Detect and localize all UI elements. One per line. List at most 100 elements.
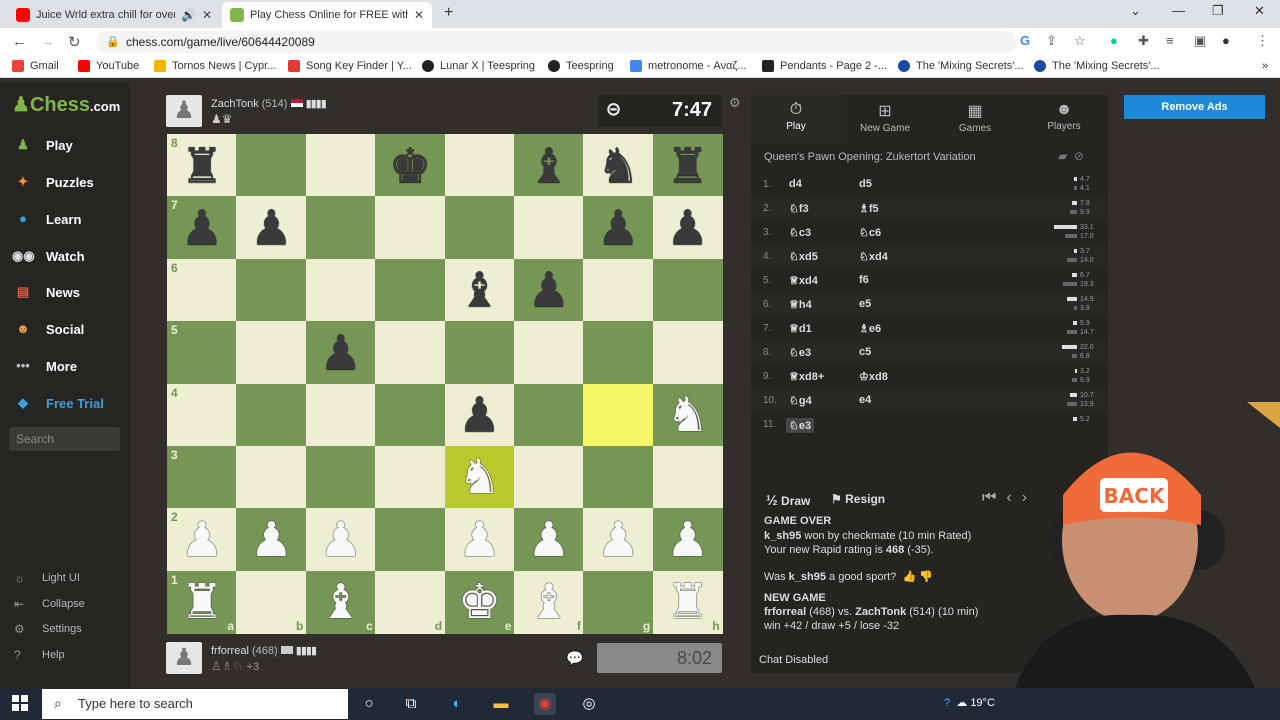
black-move[interactable]: ♘xd4 bbox=[859, 250, 888, 263]
square-e8[interactable] bbox=[444, 134, 515, 197]
square-d6[interactable] bbox=[375, 258, 446, 322]
square-a2[interactable]: 2 ♟ bbox=[167, 508, 237, 572]
black-bishop-icon[interactable]: ♝ bbox=[527, 142, 570, 190]
settings-link[interactable]: ⚙ Settings bbox=[14, 622, 82, 636]
white-pawn-icon[interactable]: ♟ bbox=[666, 516, 709, 564]
white-move[interactable]: ♕xd8+ bbox=[789, 370, 824, 383]
black-move[interactable]: c5 bbox=[859, 346, 871, 358]
square-a4[interactable]: 4 bbox=[167, 383, 237, 447]
black-move[interactable]: d5 bbox=[859, 178, 872, 190]
square-e4[interactable]: ♟ bbox=[444, 383, 515, 447]
square-b8[interactable] bbox=[236, 134, 307, 197]
side-panel-icon[interactable]: ▣ bbox=[1194, 33, 1206, 49]
white-rook-icon[interactable]: ♜ bbox=[180, 578, 223, 626]
white-pawn-icon[interactable]: ♟ bbox=[458, 516, 501, 564]
square-a7[interactable]: 7 ♟ bbox=[167, 196, 237, 260]
square-e2[interactable]: ♟ bbox=[444, 508, 515, 572]
black-move[interactable]: ♔xd8 bbox=[859, 370, 888, 383]
white-bishop-icon[interactable]: ♝ bbox=[319, 578, 362, 626]
square-c5[interactable]: ♟ bbox=[305, 321, 376, 385]
square-h8[interactable]: ♜ bbox=[652, 134, 723, 197]
reload-icon[interactable]: ↻ bbox=[68, 33, 81, 51]
menu-icon[interactable]: ⋮ bbox=[1256, 33, 1269, 49]
white-pawn-icon[interactable]: ♟ bbox=[597, 516, 640, 564]
sidebar-item-learn[interactable]: ● Learn bbox=[12, 209, 81, 229]
cortana-icon[interactable]: ○ bbox=[358, 693, 380, 715]
black-pawn-icon[interactable]: ♟ bbox=[666, 204, 709, 252]
edge-icon[interactable]: ◐ bbox=[446, 693, 468, 715]
bookmark-pendants[interactable]: Pendants - Page 2 -... bbox=[762, 60, 887, 72]
square-g6[interactable] bbox=[583, 258, 654, 322]
black-move[interactable]: e4 bbox=[859, 394, 871, 406]
bookmark-songkey[interactable]: Song Key Finder | Y... bbox=[288, 60, 412, 72]
square-d7[interactable] bbox=[375, 196, 446, 260]
square-h4[interactable]: ♞ bbox=[652, 383, 723, 447]
sidebar-search-input[interactable]: Search bbox=[9, 427, 120, 451]
sidebar-item-play[interactable]: ♟ Play bbox=[12, 135, 73, 155]
square-e6[interactable]: ♝ bbox=[444, 258, 515, 322]
help-icon[interactable]: ? bbox=[944, 697, 950, 709]
white-move[interactable]: ♘e3 bbox=[786, 418, 815, 433]
board-settings-icon[interactable]: ⚙ bbox=[729, 95, 741, 111]
white-rook-icon[interactable]: ♜ bbox=[666, 578, 709, 626]
bookmark-tornos[interactable]: Tornos News | Cypr... bbox=[154, 60, 276, 72]
sidebar-item-puzzles[interactable]: ✦ Puzzles bbox=[12, 172, 94, 192]
square-f3[interactable] bbox=[513, 445, 584, 509]
white-move[interactable]: ♘c3 bbox=[789, 226, 811, 239]
reading-list-icon[interactable]: ≡ bbox=[1166, 33, 1174, 48]
restore-icon[interactable]: ❐ bbox=[1212, 3, 1224, 19]
white-move[interactable]: ♘e3 bbox=[789, 346, 811, 359]
back-icon[interactable]: ← bbox=[12, 33, 27, 50]
square-h5[interactable] bbox=[652, 321, 723, 385]
thumbs-up-icon[interactable]: 👍 bbox=[902, 571, 916, 583]
resign-button[interactable]: ⚑ Resign bbox=[831, 492, 885, 506]
white-pawn-icon[interactable]: ♟ bbox=[527, 516, 570, 564]
draw-button[interactable]: ½ Draw bbox=[766, 492, 810, 508]
square-h3[interactable] bbox=[652, 445, 723, 509]
square-f4[interactable] bbox=[513, 383, 584, 447]
square-c3[interactable] bbox=[305, 445, 376, 509]
black-rook-icon[interactable]: ♜ bbox=[666, 142, 709, 190]
black-rook-icon[interactable]: ♜ bbox=[180, 142, 223, 190]
google-icon[interactable]: G bbox=[1020, 33, 1030, 48]
square-f7[interactable] bbox=[513, 196, 584, 260]
white-move[interactable]: ♘g4 bbox=[789, 394, 812, 407]
sidebar-item-news[interactable]: ▤ News bbox=[12, 282, 80, 302]
square-f6[interactable]: ♟ bbox=[513, 258, 584, 322]
black-pawn-icon[interactable]: ♟ bbox=[527, 266, 570, 314]
close-tab-icon[interactable]: ✕ bbox=[414, 8, 424, 22]
black-king-icon[interactable]: ♚ bbox=[389, 142, 432, 190]
browser-tab[interactable]: Juice Wrld extra chill for over 🔊 ✕ bbox=[8, 2, 220, 28]
browser-tab-active[interactable]: Play Chess Online for FREE with F ✕ bbox=[222, 2, 432, 28]
black-move[interactable]: ♗f5 bbox=[859, 202, 879, 215]
black-move[interactable]: ♘c6 bbox=[859, 226, 881, 239]
white-knight-icon[interactable]: ♞ bbox=[666, 391, 709, 439]
square-b4[interactable] bbox=[236, 383, 307, 447]
chat-icon[interactable]: 💬 bbox=[566, 650, 583, 667]
square-f2[interactable]: ♟ bbox=[513, 508, 584, 572]
square-b7[interactable]: ♟ bbox=[236, 196, 307, 260]
profile-avatar[interactable]: ● bbox=[1222, 33, 1230, 48]
player-name[interactable]: frforreal (468) ▮▮▮▮ bbox=[211, 644, 317, 657]
bookmark-star-icon[interactable]: ☆ bbox=[1074, 33, 1086, 49]
tab-search-icon[interactable]: ⌄ bbox=[1130, 3, 1141, 19]
square-g8[interactable]: ♞ bbox=[583, 134, 654, 197]
bookmark-metronome[interactable]: metronome - Αναζ... bbox=[630, 60, 746, 72]
sidebar-item-free-trial[interactable]: ◆ Free Trial bbox=[12, 393, 104, 413]
white-pawn-icon[interactable]: ♟ bbox=[319, 516, 362, 564]
sidebar-item-social[interactable]: ☻ Social bbox=[12, 319, 84, 339]
square-e5[interactable] bbox=[444, 321, 515, 385]
sidebar-item-more[interactable]: ••• More bbox=[12, 356, 77, 376]
black-pawn-icon[interactable]: ♟ bbox=[180, 204, 223, 252]
square-a8[interactable]: 8 ♜ bbox=[167, 134, 237, 197]
forward-icon[interactable]: → bbox=[40, 33, 55, 50]
light-ui-toggle[interactable]: ☼ Light UI bbox=[14, 571, 80, 585]
tab-games[interactable]: ▦ Games bbox=[930, 95, 1020, 143]
bookmark-lunarx[interactable]: Lunar X | Teespring bbox=[422, 60, 535, 72]
square-g1[interactable]: g bbox=[583, 570, 654, 634]
tab-new-game[interactable]: ⊞ New Game bbox=[840, 95, 930, 143]
square-g7[interactable]: ♟ bbox=[583, 196, 654, 260]
chess-com-logo[interactable]: ♟Chess.com bbox=[12, 92, 120, 117]
square-f1[interactable]: f ♝ bbox=[513, 570, 584, 634]
square-b3[interactable] bbox=[236, 445, 307, 509]
